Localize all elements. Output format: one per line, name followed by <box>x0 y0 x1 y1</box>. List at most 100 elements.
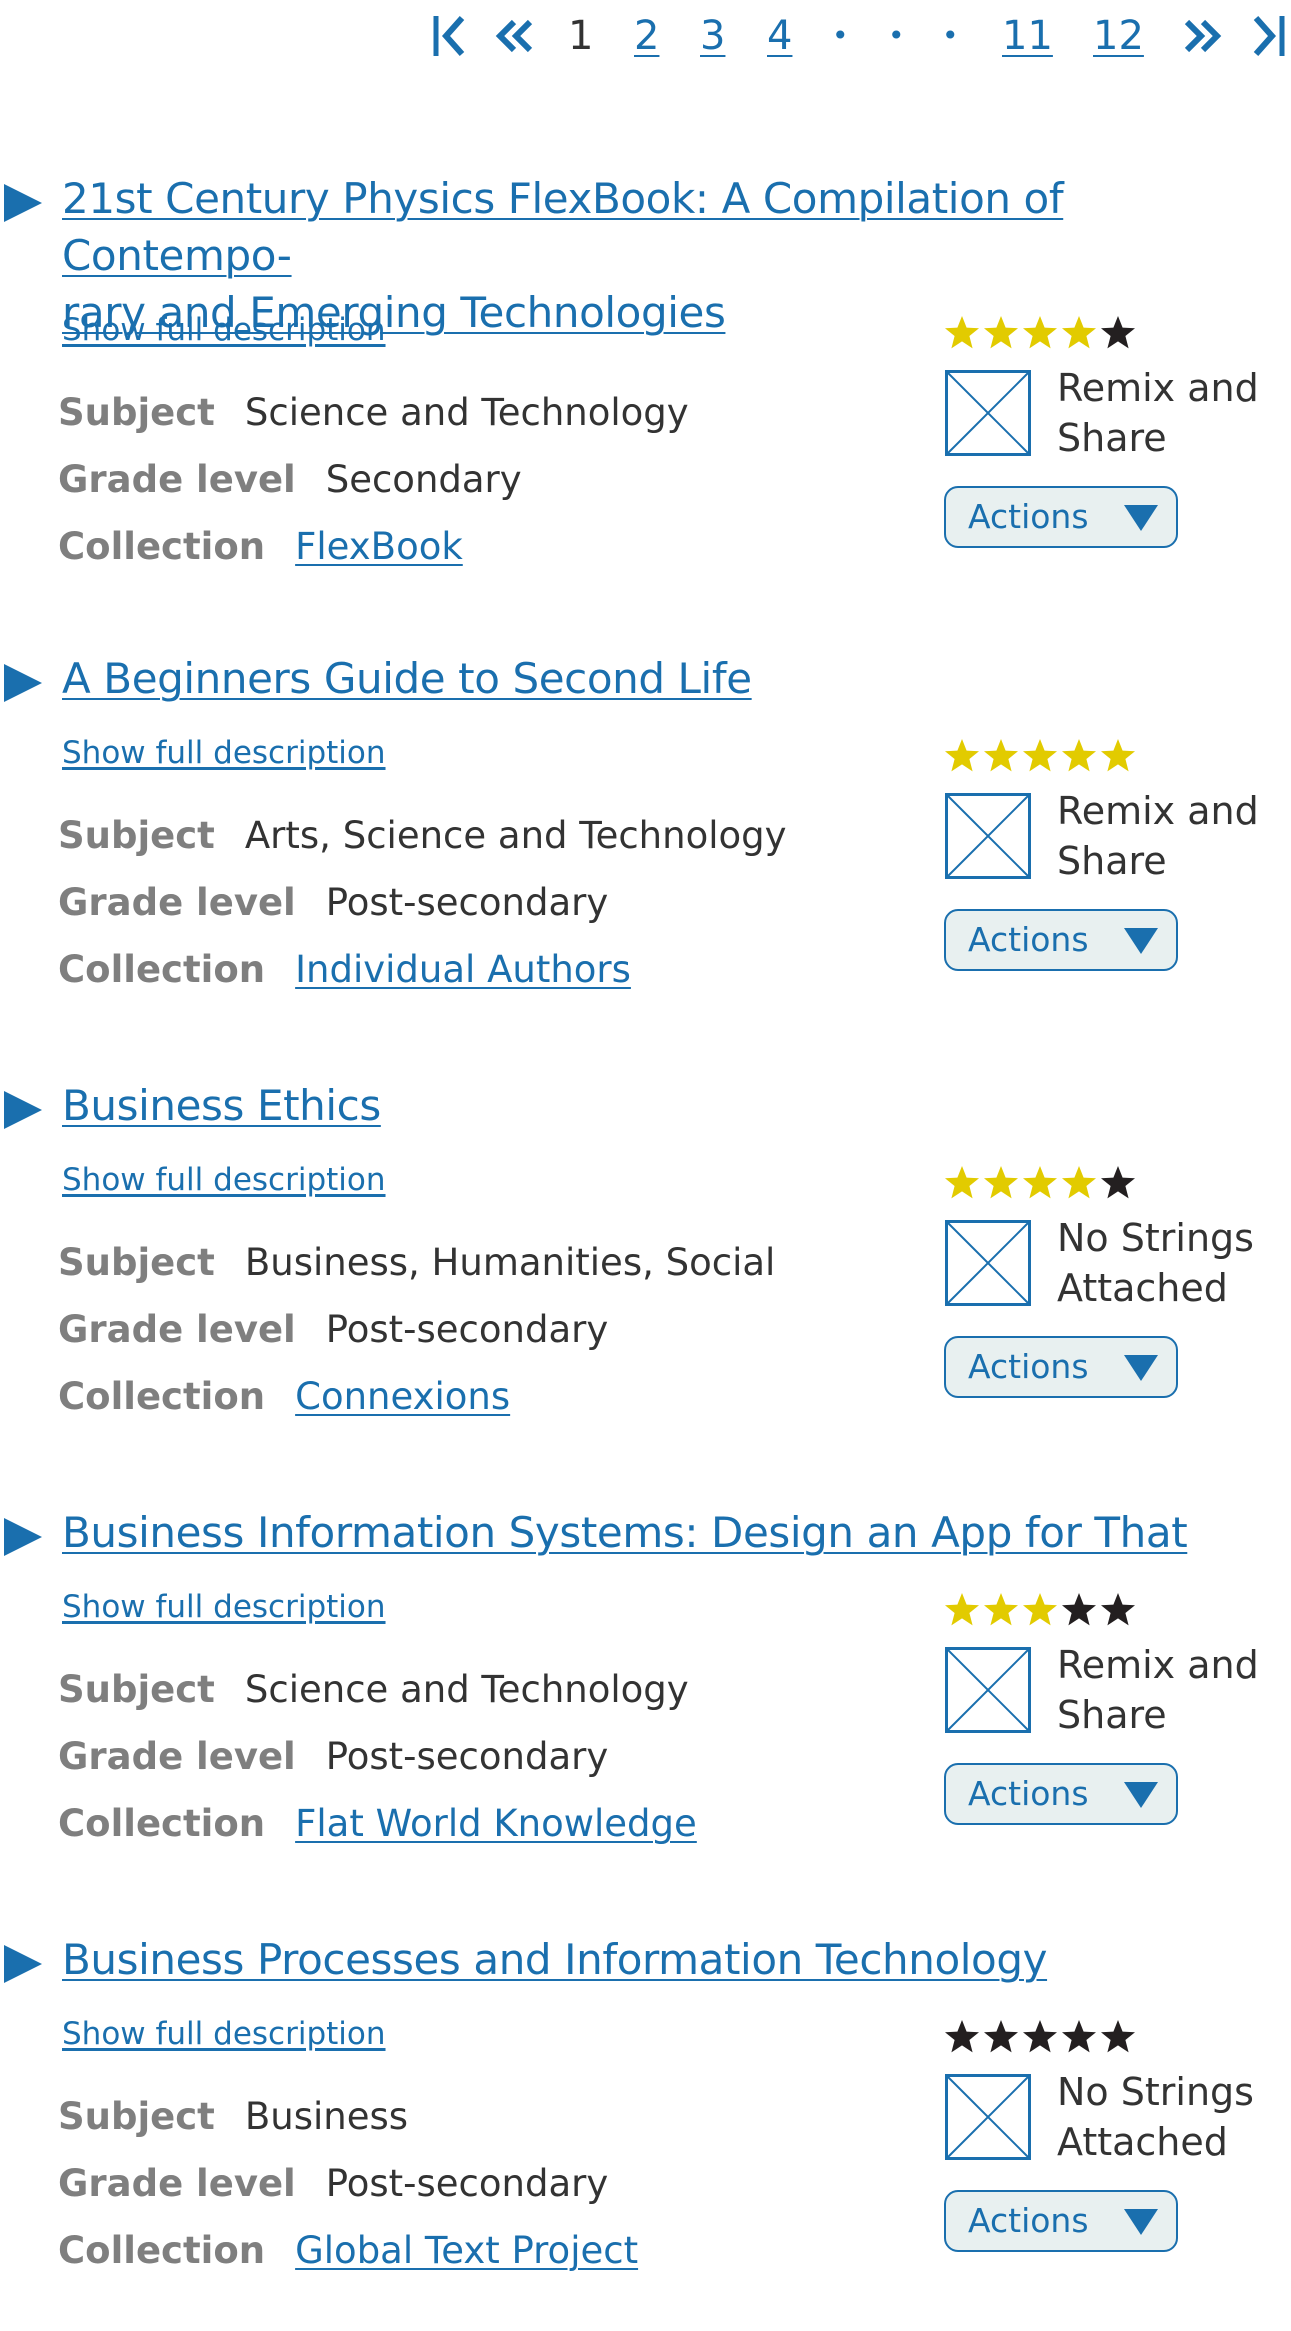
caret-down-icon <box>1124 505 1158 531</box>
grade-label: Grade level <box>58 1308 296 1351</box>
grade-value: Post-secondary <box>325 2162 609 2205</box>
resource-title[interactable]: Business Processes and Information Techn… <box>62 1931 1262 1988</box>
subject-value: Science and Technology <box>244 1668 689 1711</box>
grade-row: Grade level Post-secondary <box>58 878 608 928</box>
actions-dropdown[interactable]: Actions <box>944 2190 1178 2252</box>
resource-title[interactable]: Business Information Systems: Design an … <box>62 1504 1262 1561</box>
subject-value: Arts, Science and Technology <box>244 814 787 857</box>
double-chevron-left-icon[interactable] <box>494 14 534 58</box>
pagination: 1 2 3 4 • • • 11 12 <box>0 4 1291 68</box>
page-link-4[interactable]: 4 <box>767 4 792 68</box>
resource-item: A Beginners Guide to Second Life Show fu… <box>0 650 1291 1050</box>
star-filled-icon <box>944 738 980 774</box>
star-filled-icon <box>983 738 1019 774</box>
collection-link[interactable]: Global Text Project <box>295 2229 638 2272</box>
license-image-placeholder <box>945 1647 1031 1733</box>
grade-label: Grade level <box>58 458 296 501</box>
actions-dropdown[interactable]: Actions <box>944 1763 1178 1825</box>
show-description-link[interactable]: Show full description <box>62 2016 386 2052</box>
expand-triangle-icon[interactable] <box>4 1518 42 1556</box>
page-link-3[interactable]: 3 <box>700 4 725 68</box>
page-link-11[interactable]: 11 <box>1002 4 1053 68</box>
grade-row: Grade level Secondary <box>58 455 522 505</box>
star-filled-icon <box>1100 738 1136 774</box>
grade-value: Post-secondary <box>325 1308 609 1351</box>
resource-title[interactable]: A Beginners Guide to Second Life <box>62 650 1262 707</box>
resource-item: Business Ethics Show full description Su… <box>0 1077 1291 1477</box>
subject-row: Subject Arts, Science and Technology <box>58 811 787 861</box>
resource-item: 21st Century Physics FlexBook: A Compila… <box>0 170 1291 570</box>
grade-label: Grade level <box>58 881 296 924</box>
subject-row: Subject Business <box>58 2092 408 2142</box>
license-image-placeholder <box>945 1220 1031 1306</box>
star-filled-icon <box>1061 315 1097 351</box>
grade-label: Grade level <box>58 2162 296 2205</box>
grade-row: Grade level Post-secondary <box>58 2159 608 2209</box>
star-empty-icon <box>1022 2019 1058 2055</box>
star-empty-icon <box>983 2019 1019 2055</box>
star-filled-icon <box>983 1592 1019 1628</box>
actions-label: Actions <box>968 1347 1089 1386</box>
star-empty-icon <box>1100 1165 1136 1201</box>
grade-label: Grade level <box>58 1735 296 1778</box>
star-filled-icon <box>944 1592 980 1628</box>
actions-label: Actions <box>968 2201 1089 2240</box>
first-page-icon[interactable] <box>432 14 472 58</box>
actions-label: Actions <box>968 920 1089 959</box>
collection-link[interactable]: Connexions <box>295 1375 510 1418</box>
caret-down-icon <box>1124 1782 1158 1808</box>
collection-row: Collection Global Text Project <box>58 2226 638 2276</box>
collection-link[interactable]: FlexBook <box>295 525 463 568</box>
license-label: Remix and Share <box>1057 1643 1259 1737</box>
show-description-link[interactable]: Show full description <box>62 1589 386 1625</box>
star-filled-icon <box>983 1165 1019 1201</box>
page-current: 1 <box>568 13 594 59</box>
license-label: No Strings Attached <box>1057 1216 1254 1310</box>
resource-title[interactable]: Business Ethics <box>62 1077 1262 1134</box>
star-filled-icon <box>1022 738 1058 774</box>
actions-dropdown[interactable]: Actions <box>944 909 1178 971</box>
collection-row: Collection Flat World Knowledge <box>58 1799 697 1849</box>
subject-label: Subject <box>58 1241 215 1284</box>
actions-dropdown[interactable]: Actions <box>944 486 1178 548</box>
star-filled-icon <box>944 315 980 351</box>
collection-label: Collection <box>58 948 266 991</box>
star-filled-icon <box>944 1165 980 1201</box>
subject-value: Science and Technology <box>244 391 689 434</box>
show-description-link[interactable]: Show full description <box>62 735 386 771</box>
double-chevron-right-icon[interactable] <box>1183 14 1223 58</box>
collection-row: Collection Individual Authors <box>58 945 631 995</box>
show-description-link[interactable]: Show full description <box>62 312 386 348</box>
license-image-placeholder <box>945 370 1031 456</box>
license-label: No Strings Attached <box>1057 2070 1254 2164</box>
star-empty-icon <box>1100 315 1136 351</box>
star-filled-icon <box>1022 315 1058 351</box>
subject-label: Subject <box>58 1668 215 1711</box>
star-filled-icon <box>1022 1165 1058 1201</box>
show-description-link[interactable]: Show full description <box>62 1162 386 1198</box>
page-link-2[interactable]: 2 <box>634 4 659 68</box>
grade-row: Grade level Post-secondary <box>58 1732 608 1782</box>
collection-link[interactable]: Flat World Knowledge <box>295 1802 697 1845</box>
grade-value: Post-secondary <box>325 1735 609 1778</box>
subject-row: Subject Science and Technology <box>58 388 689 438</box>
collection-label: Collection <box>58 1375 266 1418</box>
actions-dropdown[interactable]: Actions <box>944 1336 1178 1398</box>
actions-label: Actions <box>968 497 1089 536</box>
subject-label: Subject <box>58 814 215 857</box>
license-label: Remix and Share <box>1057 366 1259 460</box>
collection-label: Collection <box>58 2229 266 2272</box>
subject-row: Subject Science and Technology <box>58 1665 689 1715</box>
collection-link[interactable]: Individual Authors <box>295 948 631 991</box>
expand-triangle-icon[interactable] <box>4 1091 42 1129</box>
last-page-icon[interactable] <box>1248 14 1288 58</box>
star-filled-icon <box>1061 738 1097 774</box>
expand-triangle-icon[interactable] <box>4 1945 42 1983</box>
expand-triangle-icon[interactable] <box>4 664 42 702</box>
page-link-12[interactable]: 12 <box>1093 4 1144 68</box>
subject-label: Subject <box>58 2095 215 2138</box>
expand-triangle-icon[interactable] <box>4 184 42 222</box>
collection-label: Collection <box>58 1802 266 1845</box>
star-filled-icon <box>1061 1165 1097 1201</box>
ellipsis-dot: • <box>942 19 959 52</box>
